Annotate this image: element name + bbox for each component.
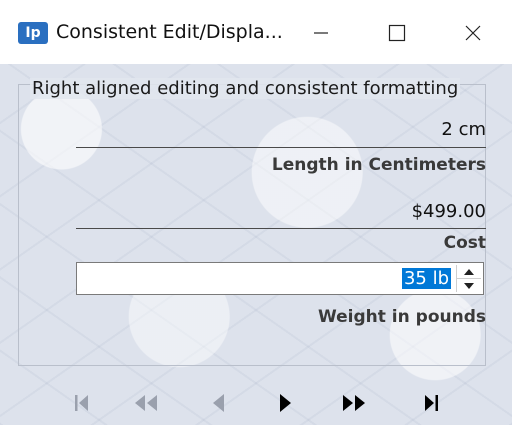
weight-value[interactable]: 35 lb xyxy=(401,268,451,289)
form-area: Right aligned editing and consistent for… xyxy=(0,64,512,425)
close-icon xyxy=(465,25,481,41)
spin-down-button[interactable] xyxy=(457,279,481,292)
length-label: Length in Centimeters xyxy=(271,155,486,175)
minimize-button[interactable] xyxy=(298,14,344,52)
group-legend: Right aligned editing and consistent for… xyxy=(30,78,461,99)
maximize-button[interactable] xyxy=(374,14,420,52)
spin-up-button[interactable] xyxy=(457,265,481,279)
window-title: Consistent Edit/Displa... xyxy=(56,21,283,43)
fast-back-icon xyxy=(135,395,157,411)
prior-record-button[interactable] xyxy=(198,388,238,418)
minimize-icon xyxy=(314,32,328,34)
spin-up-icon xyxy=(464,268,474,275)
close-button[interactable] xyxy=(450,14,496,52)
last-icon xyxy=(425,395,438,411)
record-navigator xyxy=(0,380,512,424)
next-page-button[interactable] xyxy=(334,388,374,418)
app-icon: Ip xyxy=(18,22,48,44)
back-icon xyxy=(213,394,224,412)
weight-label: Weight in pounds xyxy=(317,307,486,327)
weight-spinner[interactable] xyxy=(456,265,481,292)
last-record-button[interactable] xyxy=(412,388,452,418)
length-underline xyxy=(76,147,486,148)
first-record-button[interactable] xyxy=(62,388,102,418)
cost-value[interactable]: $499.00 xyxy=(412,201,486,222)
title-bar[interactable]: Ip Consistent Edit/Displa... xyxy=(0,0,512,64)
cost-underline xyxy=(76,228,486,229)
next-record-button[interactable] xyxy=(266,388,306,418)
cost-label: Cost xyxy=(443,233,486,253)
prior-page-button[interactable] xyxy=(126,388,166,418)
fast-forward-icon xyxy=(343,395,365,411)
length-value[interactable]: 2 cm xyxy=(441,119,486,140)
weight-input[interactable]: 35 lb xyxy=(76,262,484,295)
play-icon xyxy=(280,394,291,412)
maximize-icon xyxy=(388,24,406,42)
spin-down-icon xyxy=(464,282,474,289)
first-icon xyxy=(75,395,88,411)
